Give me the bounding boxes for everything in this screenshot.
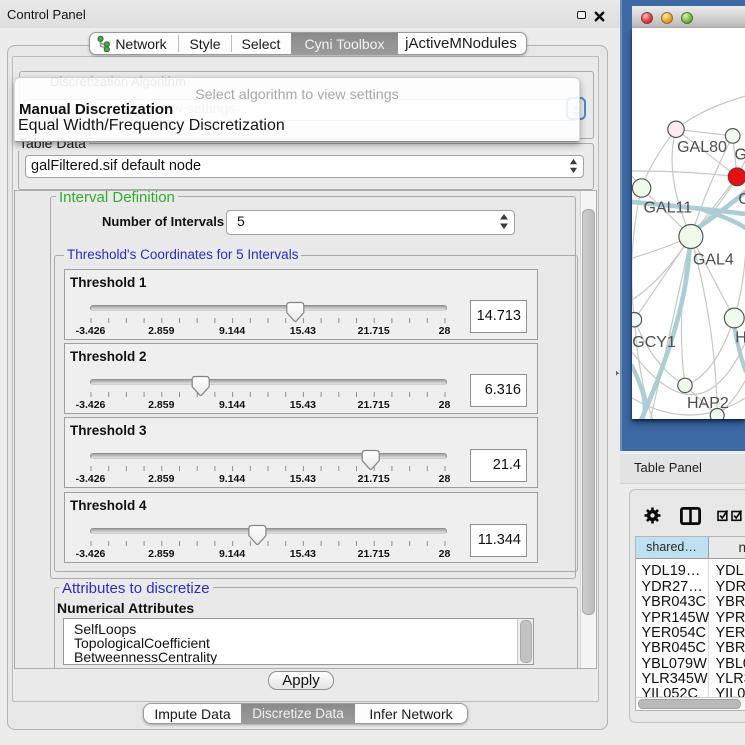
svg-text:GAL4: GAL4 xyxy=(692,252,733,269)
svg-text:H: H xyxy=(735,330,745,347)
svg-text:GCY1: GCY1 xyxy=(632,334,676,351)
svg-text:HAP2: HAP2 xyxy=(687,395,729,412)
svg-text:C: C xyxy=(738,191,745,208)
svg-text:GAL11: GAL11 xyxy=(643,200,692,217)
svg-text:GA: GA xyxy=(734,147,745,164)
svg-text:GAL80: GAL80 xyxy=(677,139,727,156)
